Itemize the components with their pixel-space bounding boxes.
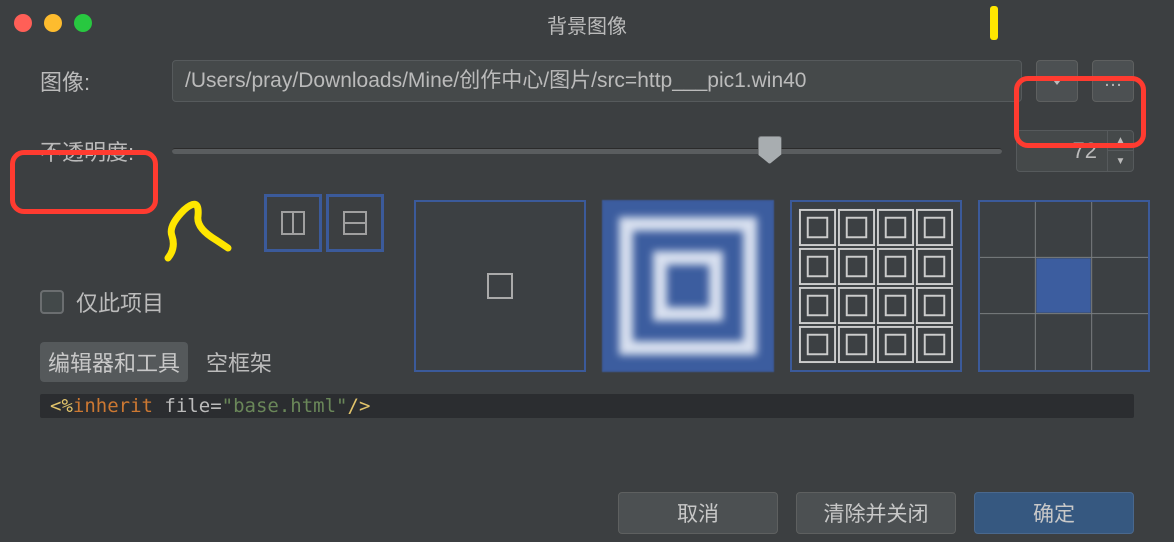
clear-and-close-button[interactable]: 清除并关闭 <box>796 492 956 534</box>
ellipsis-icon: … <box>1104 70 1123 92</box>
code-token: " <box>222 395 233 417</box>
code-preview: <%inherit file="base.html"/> <box>40 394 1134 418</box>
ok-button[interactable]: 确定 <box>974 492 1134 534</box>
image-path-value: /Users/pray/Downloads/Mine/创作中心/图片/src=h… <box>185 61 807 101</box>
flip-vertical-icon <box>341 209 369 237</box>
titlebar: 背景图像 <box>0 0 1174 48</box>
fill-scale-option[interactable] <box>602 200 774 372</box>
placement-grid-icon <box>980 201 1148 371</box>
flip-vertical-button[interactable] <box>326 194 384 252</box>
only-this-project-checkbox[interactable] <box>40 290 64 314</box>
tile-icon <box>798 206 954 366</box>
opacity-value: 72 <box>1017 138 1107 164</box>
annotation-marker-1 <box>990 6 998 40</box>
image-path-dropdown[interactable] <box>1036 60 1078 102</box>
placement-grid[interactable] <box>978 200 1150 372</box>
code-token: inherit <box>73 395 153 417</box>
image-path-browse[interactable]: … <box>1092 60 1134 102</box>
code-token: file <box>164 395 210 417</box>
chevron-down-icon <box>1050 76 1064 86</box>
code-token: base.html <box>233 395 336 417</box>
scale-icon <box>618 216 758 356</box>
fill-tile-option[interactable] <box>790 200 962 372</box>
flip-horizontal-icon <box>279 209 307 237</box>
cancel-button[interactable]: 取消 <box>618 492 778 534</box>
opacity-spinner-up[interactable]: ▲ <box>1108 131 1133 151</box>
square-icon <box>485 271 515 301</box>
tab-editor-and-tools[interactable]: 编辑器和工具 <box>40 342 188 382</box>
flip-horizontal-button[interactable] <box>264 194 322 252</box>
code-token: /> <box>348 395 371 417</box>
tab-empty-frame[interactable]: 空框架 <box>198 342 280 382</box>
opacity-slider[interactable] <box>172 148 1002 154</box>
code-token: <% <box>50 395 73 417</box>
code-token: " <box>336 395 347 417</box>
image-label: 图像: <box>40 65 158 97</box>
opacity-spinner[interactable]: 72 ▲ ▼ <box>1016 130 1134 172</box>
window-maximize-button[interactable] <box>74 14 92 32</box>
code-token: = <box>210 395 221 417</box>
image-path-input[interactable]: /Users/pray/Downloads/Mine/创作中心/图片/src=h… <box>172 60 1022 102</box>
window-title: 背景图像 <box>547 10 627 39</box>
opacity-label: 不透明度: <box>40 135 158 167</box>
window-minimize-button[interactable] <box>44 14 62 32</box>
fill-plain-option[interactable] <box>414 200 586 372</box>
window-close-button[interactable] <box>14 14 32 32</box>
opacity-slider-thumb[interactable] <box>758 136 782 164</box>
only-this-project-label: 仅此项目 <box>76 286 164 318</box>
opacity-spinner-down[interactable]: ▼ <box>1108 151 1133 171</box>
